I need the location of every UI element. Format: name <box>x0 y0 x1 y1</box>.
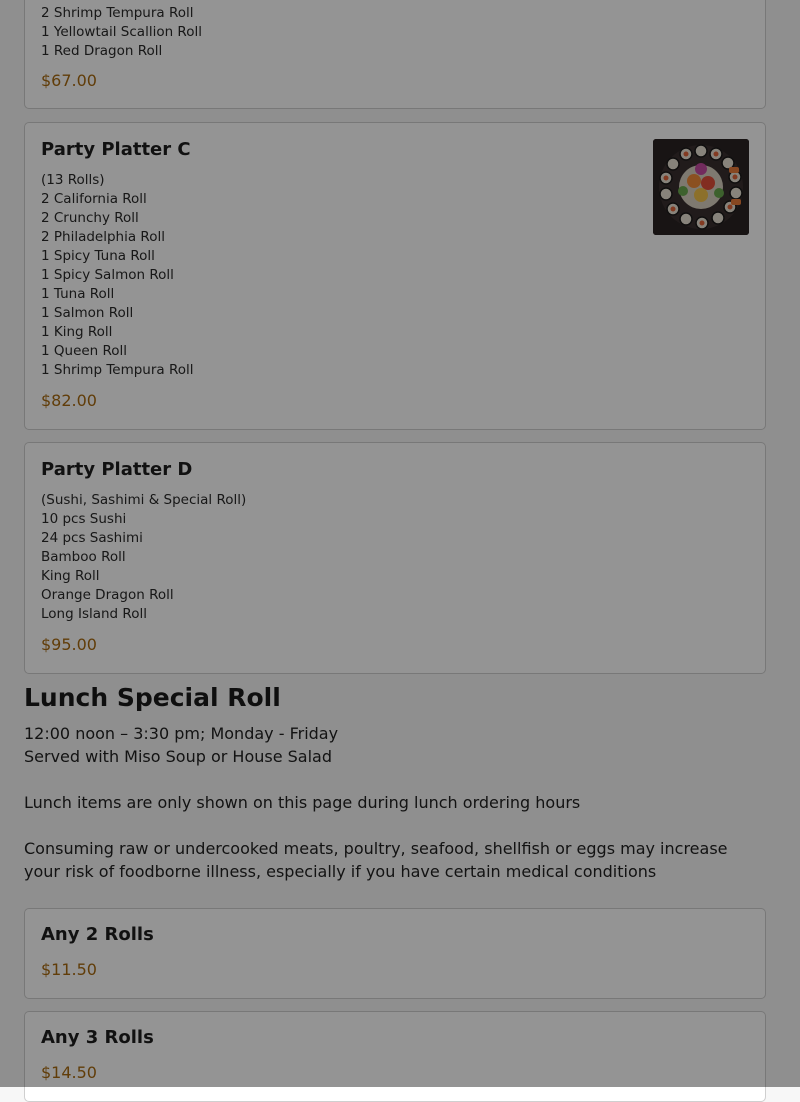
description-line: 1 Yellowtail Scallion Roll <box>41 24 202 40</box>
description-line: 2 Philadelphia Roll <box>41 229 165 245</box>
lunch-served-with: Served with Miso Soup or House Salad <box>24 747 332 766</box>
menu-item-card-platter-b[interactable]: 2 Shrimp Tempura Roll 1 Yellowtail Scall… <box>24 0 766 109</box>
item-title: Party Platter D <box>41 459 193 480</box>
item-description: (Sushi, Sashimi & Special Roll) 10 pcs S… <box>41 491 246 624</box>
item-price: $82.00 <box>41 391 97 410</box>
description-line: 10 pcs Sushi <box>41 511 127 527</box>
description-line: 2 Crunchy Roll <box>41 210 139 226</box>
lunch-hours: 12:00 noon – 3:30 pm; Monday - Friday <box>24 724 339 743</box>
description-line: 2 California Roll <box>41 191 147 207</box>
description-line: (Sushi, Sashimi & Special Roll) <box>41 492 247 508</box>
sushi-platter-image <box>653 139 749 235</box>
item-price: $67.00 <box>41 71 97 90</box>
menu-item-card-platter-d[interactable]: Party Platter D (Sushi, Sashimi & Specia… <box>24 442 766 674</box>
menu-page: 2 Shrimp Tempura Roll 1 Yellowtail Scall… <box>0 0 800 1102</box>
description-line: 1 Red Dragon Roll <box>41 43 163 59</box>
description-line: 1 Shrimp Tempura Roll <box>41 362 194 378</box>
food-safety-warning: Consuming raw or undercooked meats, poul… <box>24 839 728 881</box>
description-line: Orange Dragon Roll <box>41 587 174 603</box>
section-title: Lunch Special Roll <box>24 683 281 712</box>
description-line: 1 Salmon Roll <box>41 305 134 321</box>
item-description: (13 Rolls) 2 California Roll 2 Crunchy R… <box>41 171 194 380</box>
description-line: King Roll <box>41 568 100 584</box>
description-line: 2 Shrimp Tempura Roll <box>41 5 194 21</box>
menu-item-card-any-2-rolls[interactable]: Any 2 Rolls $11.50 <box>24 908 766 999</box>
description-line: Bamboo Roll <box>41 549 126 565</box>
sushi-platter-photo[interactable] <box>653 139 749 235</box>
menu-item-card-any-3-rolls[interactable]: Any 3 Rolls $14.50 <box>24 1011 766 1102</box>
description-line: 24 pcs Sashimi <box>41 530 143 546</box>
description-line: 1 Spicy Salmon Roll <box>41 267 174 283</box>
description-line: (13 Rolls) <box>41 172 105 188</box>
item-price: $14.50 <box>41 1063 97 1082</box>
description-line: Long Island Roll <box>41 606 147 622</box>
description-line: 1 Spicy Tuna Roll <box>41 248 155 264</box>
description-line: 1 King Roll <box>41 324 113 340</box>
menu-item-card-platter-c[interactable]: Party Platter C (13 Rolls) 2 California … <box>24 122 766 430</box>
lunch-notice: Lunch items are only shown on this page … <box>24 793 581 812</box>
item-title: Any 2 Rolls <box>41 924 154 945</box>
item-description: 2 Shrimp Tempura Roll 1 Yellowtail Scall… <box>41 4 202 61</box>
description-line: 1 Tuna Roll <box>41 286 115 302</box>
item-price: $11.50 <box>41 960 97 979</box>
item-title: Party Platter C <box>41 139 191 160</box>
item-title: Any 3 Rolls <box>41 1027 154 1048</box>
description-line: 1 Queen Roll <box>41 343 128 359</box>
item-price: $95.00 <box>41 635 97 654</box>
